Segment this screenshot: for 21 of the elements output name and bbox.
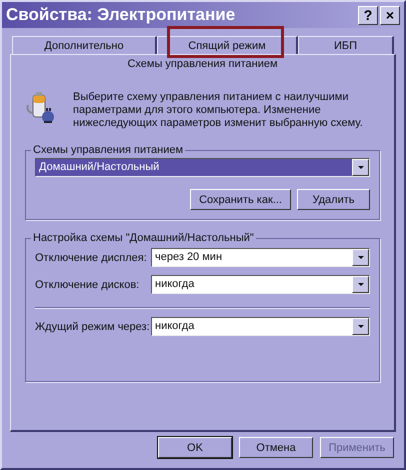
setting-dropdown[interactable]: через 20 мин	[151, 248, 370, 267]
scheme-dropdown[interactable]: Домашний/Настольный	[35, 158, 370, 177]
setting-label: Отключение дисплея:	[35, 252, 148, 264]
close-button[interactable]: ×	[380, 6, 400, 24]
save-as-button[interactable]: Сохранить как...	[190, 189, 291, 210]
tab[interactable]: ИБП	[298, 36, 394, 54]
window-title: Свойства: Электропитание	[6, 5, 236, 25]
setting-label: Ждущий режим через:	[35, 320, 149, 332]
delete-button[interactable]: Удалить	[297, 189, 370, 210]
group-legend: Схемы управления питанием	[31, 144, 186, 156]
setting-dropdown[interactable]: никогда	[151, 275, 370, 294]
tab[interactable]: Дополнительно	[12, 36, 157, 54]
tab[interactable]: Схемы управления питанием	[127, 55, 278, 71]
cancel-button[interactable]: Отмена	[239, 437, 313, 458]
help-button[interactable]: ?	[358, 6, 378, 24]
setting-label: Отключение дисков:	[35, 278, 140, 290]
standby-dropdown[interactable]: никогда	[151, 317, 370, 336]
description-text: Выберите схему управления питанием с наилучшими параметрами для этого компьютера. Изменение нижеследующих параметров изменит выбранную схему.	[73, 91, 363, 130]
tab[interactable]: Спящий режим	[157, 36, 298, 54]
ok-button[interactable]: OK	[158, 437, 232, 458]
group-legend: Настройка схемы "Домашний/Настольный"	[31, 232, 256, 244]
